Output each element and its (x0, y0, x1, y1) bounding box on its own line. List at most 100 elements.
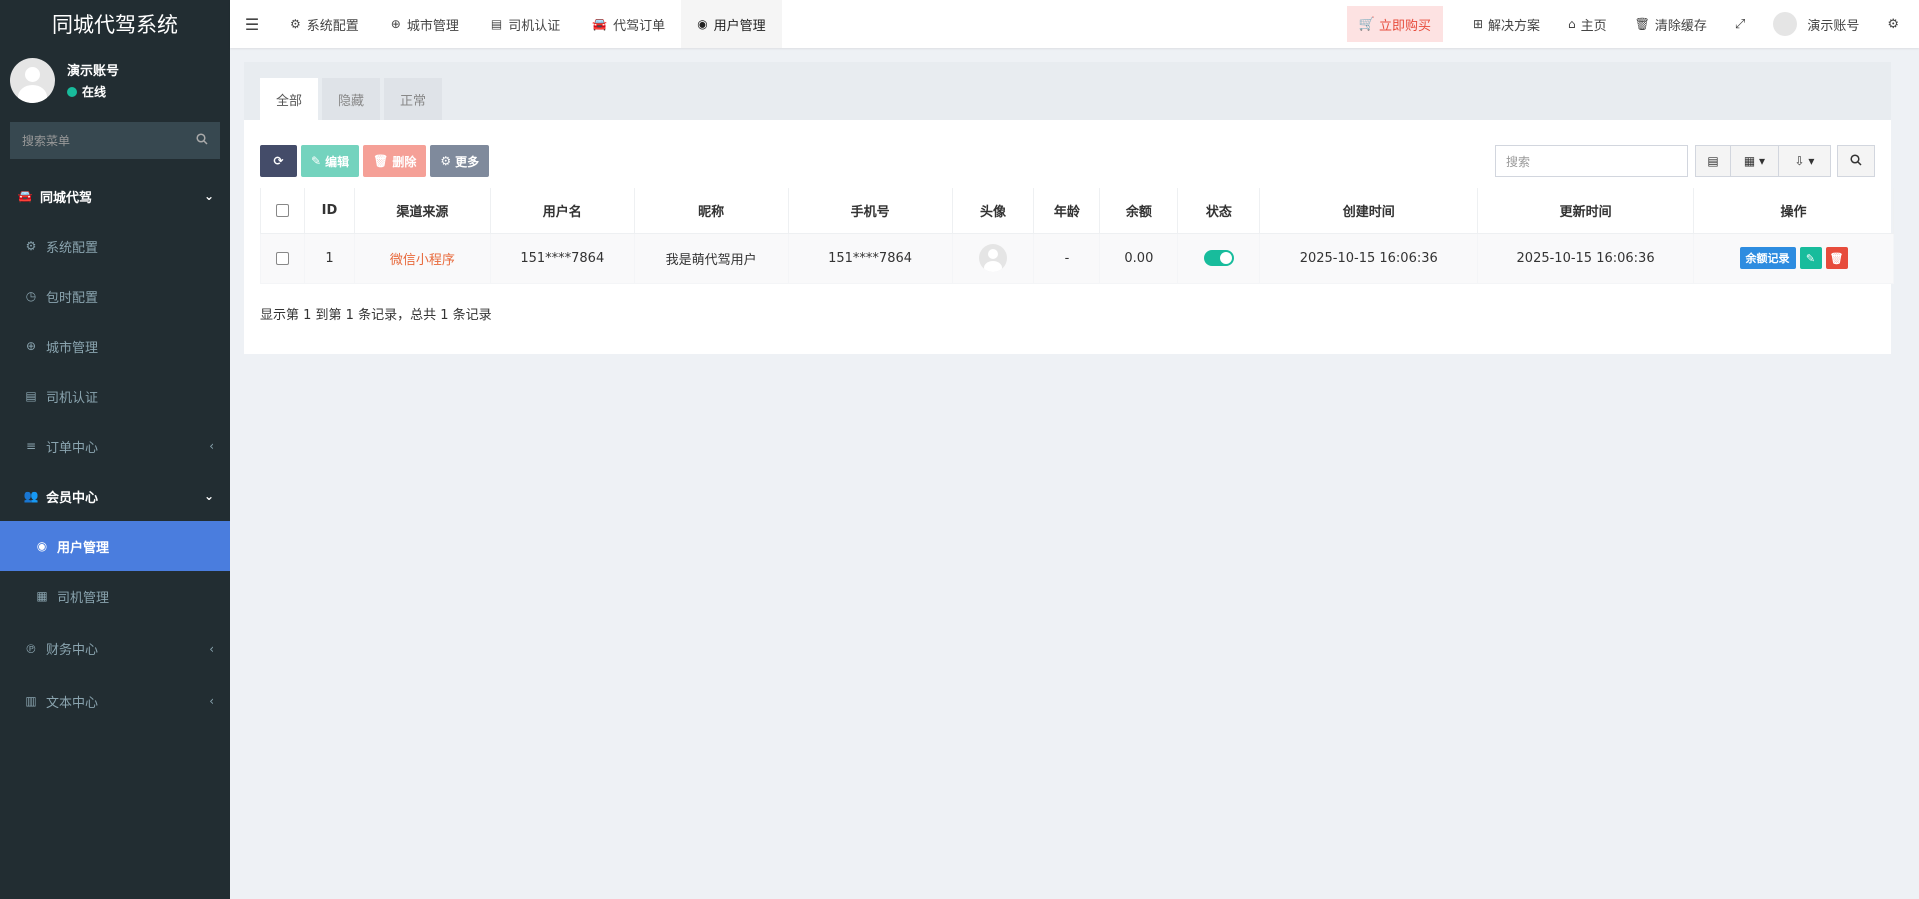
col-phone[interactable]: 手机号 (787, 188, 953, 234)
chevron-down-icon: ⌄ (203, 189, 214, 203)
sidebar-item-driver-auth[interactable]: ▤ 司机认证 (0, 371, 230, 421)
tab-hidden[interactable]: 隐藏 (322, 78, 381, 120)
col-status[interactable]: 状态 (1177, 188, 1261, 234)
buy-now-label: 立即购买 (1378, 18, 1431, 34)
sitemap-icon: ⊞ (1472, 17, 1484, 31)
sidebar-item-label: 系统配置 (46, 240, 99, 256)
home-link[interactable]: ⌂ 主页 (1554, 0, 1621, 48)
clear-cache-link[interactable]: 🗑 清除缓存 (1621, 0, 1721, 48)
list-view-icon: ▤ (1707, 154, 1719, 168)
solutions-link[interactable]: ⊞ 解决方案 (1459, 0, 1554, 48)
menu-search-input[interactable]: 搜索菜单 (10, 122, 220, 159)
account-label: 演示账号 (1807, 18, 1860, 34)
col-nickname[interactable]: 昵称 (633, 188, 789, 234)
fullscreen-icon[interactable]: ⤢ (1721, 0, 1759, 48)
tab-all[interactable]: 全部 (260, 78, 319, 120)
car-icon: 🚘 (592, 17, 608, 31)
id-card-icon: ▤ (25, 389, 37, 403)
user-status-label: 在线 (82, 85, 107, 99)
advanced-search-button[interactable] (1837, 145, 1875, 177)
toggle-view-button[interactable]: ▤ (1695, 145, 1731, 177)
cell-phone: 151****7864 (787, 232, 953, 284)
more-button[interactable]: ⚙ 更多 (430, 145, 490, 177)
tab-label: 用户管理 (713, 18, 766, 34)
card-icon: ▦ (36, 589, 48, 603)
sidebar-item-daijia[interactable]: 🚘 同城代驾 ⌄ (0, 171, 230, 221)
trash-icon: 🗑 (1829, 251, 1844, 265)
row-delete-button[interactable]: 🗑 (1825, 247, 1848, 269)
menu-toggle-icon[interactable]: ☰ (230, 0, 274, 48)
user-panel: 演示账号 在线 (0, 48, 230, 112)
col-id[interactable]: ID (303, 188, 355, 234)
settings-icon[interactable]: ⚙ (1873, 0, 1919, 48)
tab-driver-auth[interactable]: ▤ 司机认证 (475, 0, 576, 48)
cell-updated: 2025-10-15 16:06:36 (1477, 232, 1694, 284)
refresh-icon: ⟳ (273, 154, 284, 168)
export-button[interactable]: ⇩ ▾ (1779, 145, 1831, 177)
sidebar-item-driver-manage[interactable]: ▦ 司机管理 (0, 571, 230, 621)
avatar[interactable] (979, 244, 1007, 272)
edit-label: 编辑 (325, 154, 350, 169)
balance-record-button[interactable]: 余额记录 (1739, 247, 1796, 269)
account-menu[interactable]: 演示账号 (1759, 0, 1873, 48)
pencil-icon: ✎ (1805, 251, 1816, 265)
col-avatar[interactable]: 头像 (951, 188, 1035, 234)
sidebar-item-members[interactable]: 👥 会员中心 ⌄ (0, 471, 230, 521)
tab-system-config[interactable]: ⚙ 系统配置 (274, 0, 375, 48)
cell-status (1177, 232, 1261, 284)
export-icon: ⇩ ▾ (1794, 154, 1815, 168)
select-all-checkbox[interactable] (275, 203, 289, 217)
online-dot-icon (67, 86, 77, 97)
table-search-placeholder: 搜索 (1506, 154, 1531, 169)
refresh-button[interactable]: ⟳ (260, 145, 297, 177)
buy-now-button[interactable]: 🛒 立即购买 (1346, 6, 1443, 42)
row-select-cell (260, 232, 305, 284)
row-checkbox[interactable] (275, 251, 289, 265)
columns-icon: ▦ ▾ (1743, 154, 1766, 168)
avatar (10, 57, 55, 103)
paypal-icon: ℗ (25, 641, 37, 656)
gear-icon: ⚙ (25, 239, 37, 253)
users-icon: 👥 (23, 489, 39, 503)
row-edit-button[interactable]: ✎ (1799, 247, 1822, 269)
tab-user-manage[interactable]: ◉ 用户管理 (681, 0, 782, 48)
search-icon[interactable] (196, 133, 208, 148)
sidebar-item-label: 城市管理 (46, 340, 99, 356)
sidebar-item-city[interactable]: ⊕ 城市管理 (0, 321, 230, 371)
col-balance[interactable]: 余额 (1099, 188, 1179, 234)
brand-title[interactable]: 同城代驾系统 (0, 0, 230, 48)
tab-orders[interactable]: 🚘 代驾订单 (576, 0, 681, 48)
sidebar-item-hourly-config[interactable]: ◷ 包时配置 (0, 271, 230, 321)
sidebar-item-label: 用户管理 (57, 540, 110, 556)
sidebar-item-user-manage[interactable]: ◉ 用户管理 (0, 521, 230, 571)
col-channel[interactable]: 渠道来源 (353, 188, 491, 234)
tab-normal[interactable]: 正常 (384, 78, 443, 120)
columns-button[interactable]: ▦ ▾ (1731, 145, 1779, 177)
sidebar-item-label: 会员中心 (46, 490, 99, 506)
col-created[interactable]: 创建时间 (1259, 188, 1479, 234)
sidebar-item-system-config[interactable]: ⚙ 系统配置 (0, 221, 230, 271)
status-toggle[interactable] (1203, 250, 1234, 266)
delete-button[interactable]: 🗑 删除 (363, 145, 427, 177)
cell-id: 1 (303, 232, 355, 284)
file-icon: ▥ (25, 694, 37, 708)
tab-city[interactable]: ⊕ 城市管理 (375, 0, 475, 48)
col-updated[interactable]: 更新时间 (1477, 188, 1694, 234)
sidebar-item-orders[interactable]: ≡ 订单中心 ‹ (0, 421, 230, 471)
content-panel: 全部 隐藏 正常 ⟳ ✎ 编辑 🗑 删除 ⚙ 更多 搜索 ▤ ▦ ▾ ⇩ ▾ I… (244, 62, 1894, 354)
tab-label: 代驾订单 (613, 18, 666, 34)
select-all-cell (260, 188, 305, 234)
col-age[interactable]: 年龄 (1033, 188, 1101, 234)
table-search-input[interactable]: 搜索 (1495, 145, 1688, 177)
sidebar-item-label: 包时配置 (46, 290, 99, 306)
tab-label: 系统配置 (306, 18, 359, 34)
home-icon: ⌂ (1568, 17, 1576, 31)
sidebar-item-text-center[interactable]: ▥ 文本中心 ‹ (0, 676, 230, 726)
sidebar-item-finance[interactable]: ℗ 财务中心 ‹ (0, 621, 230, 676)
table-toolbar: ⟳ ✎ 编辑 🗑 删除 ⚙ 更多 (260, 145, 493, 177)
chevron-left-icon: ‹ (209, 439, 214, 453)
col-username[interactable]: 用户名 (489, 188, 635, 234)
pagination-info: 显示第 1 到第 1 条记录，总共 1 条记录 (260, 308, 492, 323)
top-navbar: ☰ ⚙ 系统配置 ⊕ 城市管理 ▤ 司机认证 🚘 代驾订单 ◉ 用户管理 🛒 立… (230, 0, 1919, 48)
edit-button[interactable]: ✎ 编辑 (301, 145, 360, 177)
